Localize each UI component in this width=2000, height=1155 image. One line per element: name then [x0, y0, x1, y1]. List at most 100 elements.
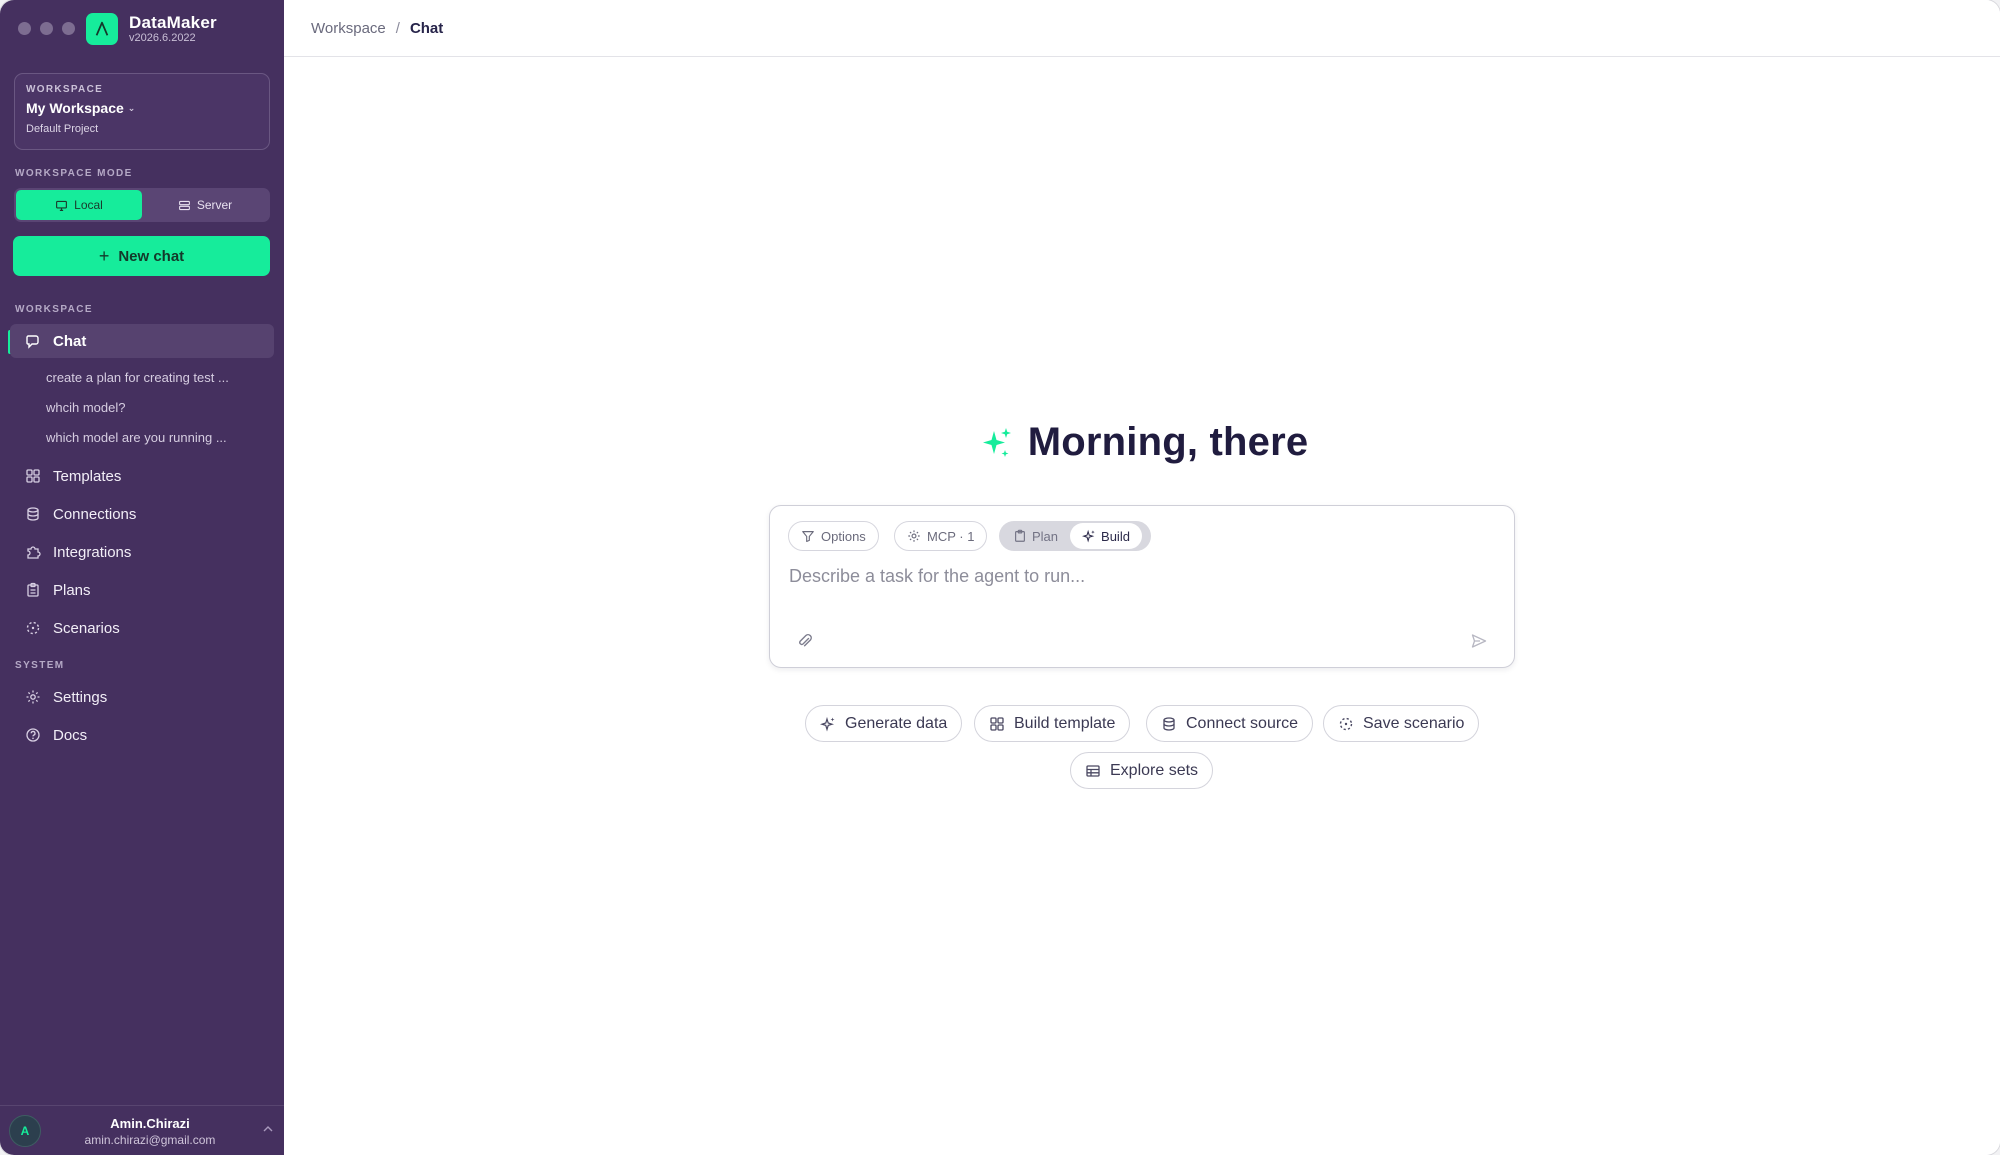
sidebar-item-connections[interactable]: Connections — [10, 497, 274, 531]
chat-bubble-icon — [26, 335, 39, 349]
sidebar-item-templates-label: Templates — [53, 467, 122, 485]
sidebar-item-plans-label: Plans — [53, 581, 91, 599]
mode-local-label: Local — [74, 198, 103, 212]
send-icon[interactable] — [1470, 632, 1488, 650]
minimize-window-button[interactable] — [40, 22, 53, 35]
sidebar-item-scenarios[interactable]: Scenarios — [10, 611, 274, 645]
sidebar-item-chat[interactable]: Chat — [10, 324, 274, 358]
system-section-label: SYSTEM — [15, 660, 65, 671]
plan-build-toggle: Plan Build — [999, 521, 1151, 551]
suggestion-label: Explore sets — [1110, 761, 1199, 779]
mode-server-label: Server — [196, 198, 233, 212]
suggestion-explore-sets[interactable]: Explore sets — [1070, 752, 1214, 789]
sidebar-item-integrations[interactable]: Integrations — [10, 535, 274, 569]
breadcrumb-workspace[interactable]: Workspace — [311, 20, 386, 37]
chevron-up-icon — [263, 1126, 273, 1132]
new-chat-label: New chat — [118, 247, 185, 265]
suggestion-build-template[interactable]: Build template — [974, 705, 1131, 742]
workspace-name: My Workspace — [26, 100, 124, 116]
suggestion-generate-data[interactable]: Generate data — [805, 705, 963, 742]
user-email: amin.chirazi@gmail.com — [84, 1133, 216, 1147]
suggestion-label: Build template — [1014, 714, 1116, 732]
gear-icon — [908, 530, 920, 542]
greeting: Morning, there — [284, 420, 2000, 465]
suggestion-connect-source[interactable]: Connect source — [1146, 705, 1314, 742]
build-mode-label: Build — [1101, 528, 1130, 544]
workspace-mode-toggle: Local Server — [14, 188, 270, 222]
server-icon — [178, 200, 190, 210]
sidebar-item-connections-label: Connections — [53, 505, 137, 523]
recent-chat-item[interactable]: create a plan for creating test ... — [46, 370, 229, 385]
user-name: Amin.Chirazi — [110, 1116, 190, 1131]
paperclip-icon[interactable] — [796, 632, 814, 650]
mcp-button[interactable]: MCP · 1 — [894, 521, 988, 551]
mcp-label: MCP · 1 — [927, 528, 975, 544]
build-mode-button[interactable]: Build — [1070, 523, 1142, 549]
suggestion-label: Save scenario — [1363, 714, 1465, 732]
dashed-circle-icon — [26, 621, 40, 635]
monitor-icon — [56, 200, 68, 211]
user-profile[interactable]: A Amin.Chirazi amin.chirazi@gmail.com — [0, 1105, 284, 1155]
table-icon — [1086, 764, 1100, 777]
sidebar-item-settings-label: Settings — [53, 688, 108, 706]
app-version: v2026.6.2022 — [129, 32, 196, 44]
app-name: DataMaker — [129, 13, 217, 32]
window-controls — [18, 22, 75, 35]
workspace-section-label: WORKSPACE — [15, 304, 93, 315]
sparkles-icon — [820, 716, 835, 731]
suggestion-save-scenario[interactable]: Save scenario — [1323, 705, 1480, 742]
breadcrumb: Workspace / Chat — [284, 0, 2000, 57]
sparkles-icon — [982, 427, 1011, 457]
database-icon — [1163, 716, 1175, 731]
prompt-composer: Options MCP · 1 Plan Build — [769, 505, 1515, 668]
clipboard-icon — [1015, 529, 1025, 542]
gear-icon — [26, 690, 40, 704]
filter-icon — [802, 531, 814, 542]
maximize-window-button[interactable] — [62, 22, 75, 35]
help-circle-icon — [26, 728, 40, 742]
sidebar-item-settings[interactable]: Settings — [10, 680, 274, 714]
grid-icon — [26, 469, 40, 483]
greeting-title: Morning, there — [1027, 420, 1309, 464]
prompt-input[interactable] — [789, 566, 1489, 587]
breadcrumb-current: Chat — [409, 19, 444, 37]
sidebar-item-scenarios-label: Scenarios — [53, 619, 120, 637]
sidebar: DataMaker v2026.6.2022 WORKSPACE My Work… — [0, 0, 284, 1155]
workspace-switcher-label: WORKSPACE — [26, 84, 104, 95]
database-icon — [27, 507, 39, 521]
sidebar-item-docs[interactable]: Docs — [10, 718, 274, 752]
avatar: A — [9, 1115, 41, 1147]
sidebar-item-templates[interactable]: Templates — [10, 459, 274, 493]
grid-icon — [990, 716, 1004, 731]
plan-mode-button[interactable]: Plan — [1001, 523, 1070, 549]
sidebar-item-chat-label: Chat — [53, 332, 87, 350]
recent-chat-item[interactable]: whcih model? — [46, 400, 126, 415]
options-label: Options — [821, 528, 866, 544]
main-content: Workspace / Chat Morning, there Options … — [284, 0, 2000, 1155]
suggestion-label: Connect source — [1186, 714, 1299, 732]
mode-server-button[interactable]: Server — [142, 190, 268, 220]
workspace-name-row: My Workspace ⌄ — [26, 100, 258, 116]
breadcrumb-separator: / — [395, 19, 400, 37]
workspace-switcher[interactable]: WORKSPACE My Workspace ⌄ Default Project — [14, 73, 270, 150]
puzzle-icon — [27, 546, 41, 559]
recent-chat-item[interactable]: which model are you running ... — [46, 430, 227, 445]
mode-local-button[interactable]: Local — [16, 190, 142, 220]
sidebar-item-docs-label: Docs — [53, 726, 88, 744]
close-window-button[interactable] — [18, 22, 31, 35]
plus-icon: + — [98, 245, 110, 266]
project-name: Default Project — [26, 123, 99, 135]
new-chat-button[interactable]: + New chat — [13, 236, 270, 276]
app-window: DataMaker v2026.6.2022 WORKSPACE My Work… — [0, 0, 2000, 1155]
app-logo — [86, 13, 118, 45]
dashed-circle-icon — [1339, 717, 1353, 730]
clipboard-icon — [27, 582, 39, 597]
sidebar-item-plans[interactable]: Plans — [10, 573, 274, 607]
lambda-logo-icon — [95, 21, 109, 36]
options-button[interactable]: Options — [788, 521, 879, 551]
sidebar-item-integrations-label: Integrations — [53, 543, 132, 561]
sparkles-icon — [1082, 529, 1095, 543]
workspace-mode-label: WORKSPACE MODE — [15, 168, 133, 179]
chevron-down-icon: ⌄ — [127, 102, 136, 113]
suggestion-label: Generate data — [845, 714, 948, 732]
